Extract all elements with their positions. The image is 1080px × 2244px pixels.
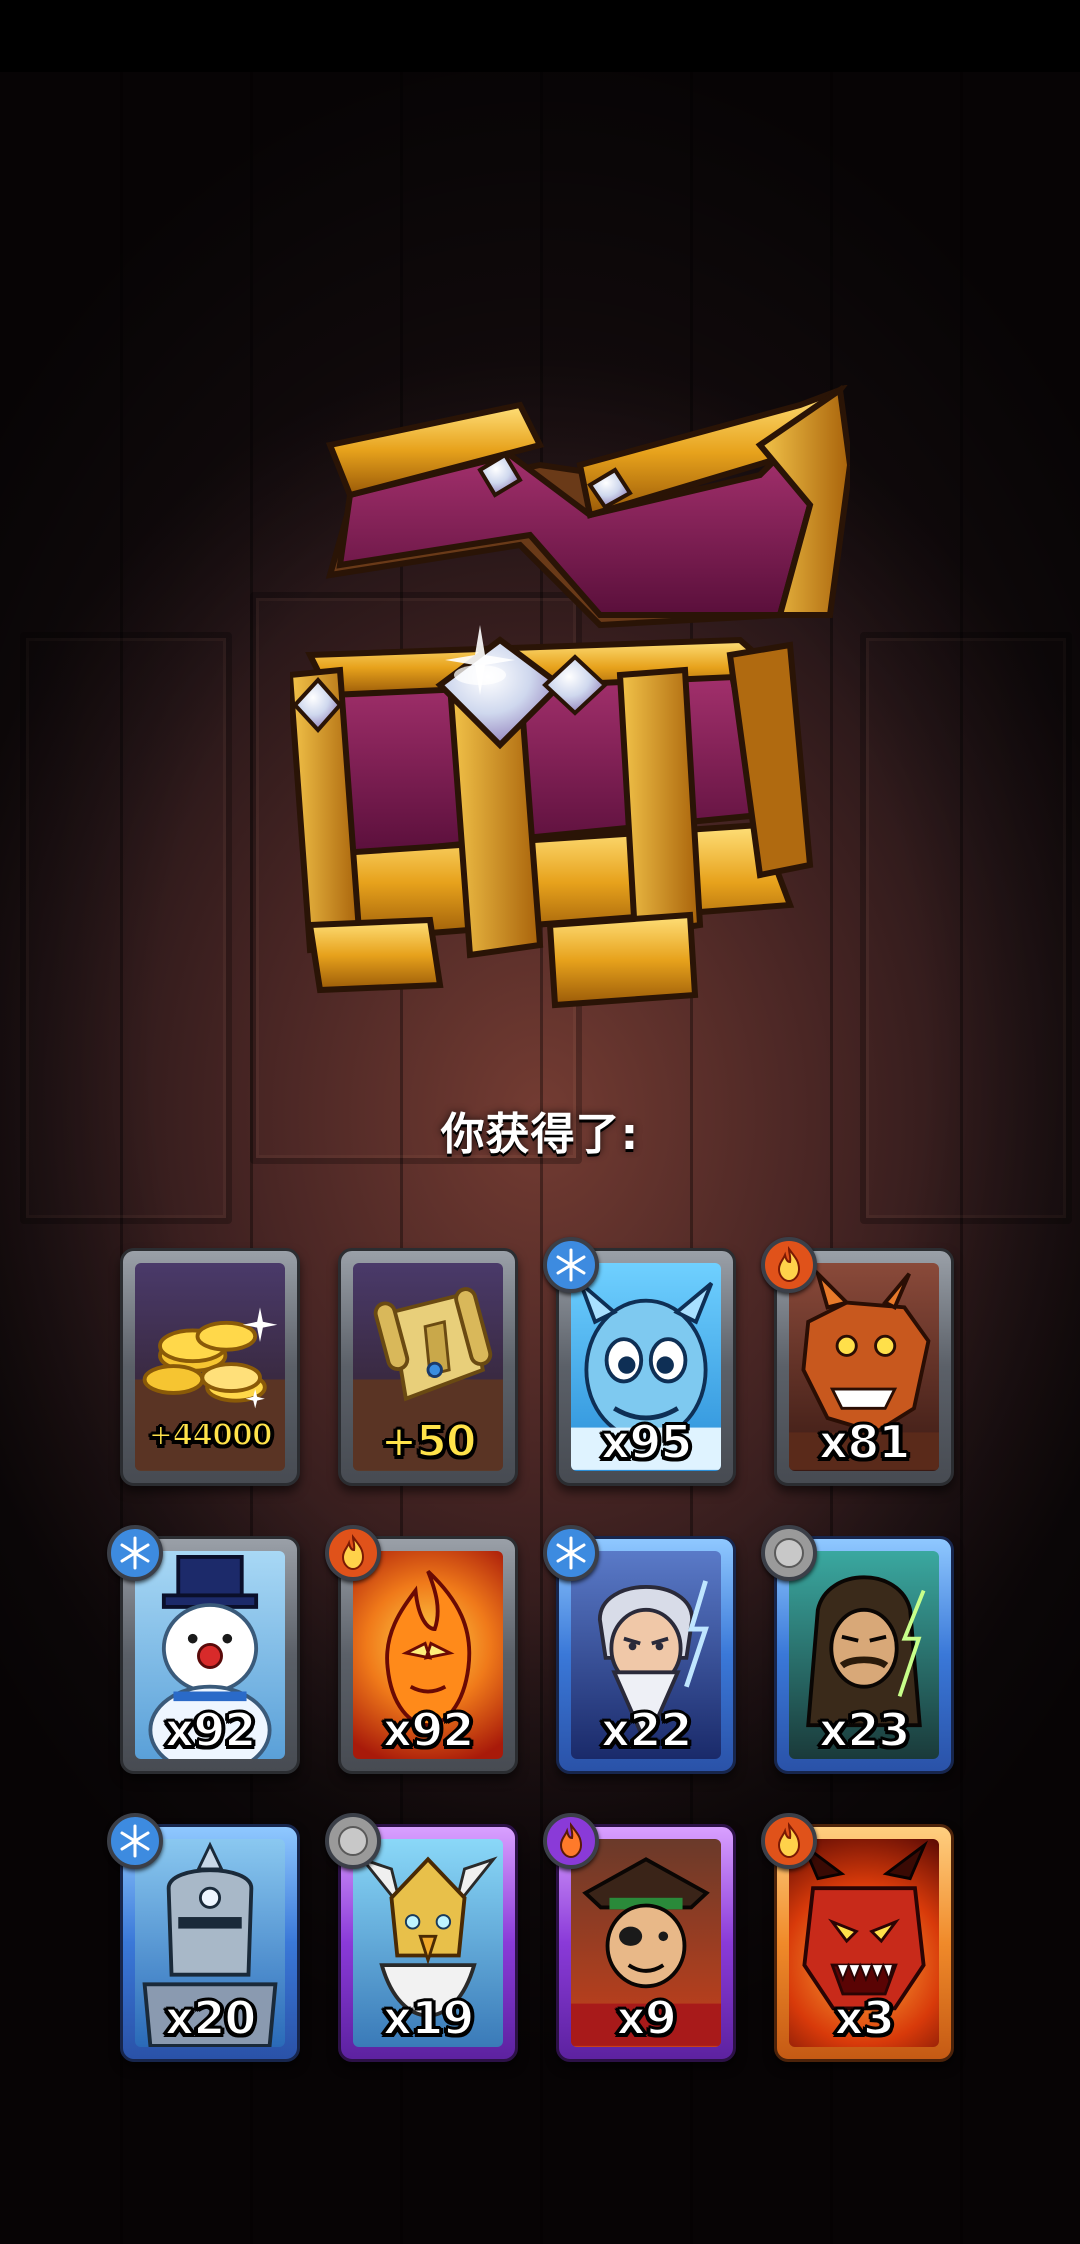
reward-card-hooded-rogue[interactable]: x23	[761, 1525, 954, 1774]
reward-count: x22	[600, 1703, 694, 1757]
reward-card-fire-elemental[interactable]: x92	[325, 1525, 518, 1774]
reward-card-ice-knight[interactable]: x20	[107, 1813, 300, 2062]
ice-element-badge	[107, 1525, 163, 1581]
treasure-chest-icon	[286, 383, 854, 1009]
reward-count: x92	[382, 1703, 476, 1757]
snowflake-icon	[120, 1824, 150, 1858]
fire-element-badge	[325, 1525, 381, 1581]
flame-icon	[777, 1245, 801, 1283]
reward-count: +44000	[147, 1417, 274, 1454]
reward-card-fire-dragon[interactable]: x81	[761, 1237, 954, 1486]
fire-element-badge	[543, 1813, 599, 1869]
snowflake-icon	[556, 1248, 586, 1282]
neutral-orb-icon	[338, 1826, 368, 1856]
neutral-element-badge	[325, 1813, 381, 1869]
reward-count: x95	[600, 1415, 694, 1469]
flame-icon	[559, 1821, 583, 1859]
ice-element-badge	[543, 1525, 599, 1581]
reward-card-eagle-warrior[interactable]: x19	[325, 1813, 518, 2062]
neutral-element-badge	[761, 1525, 817, 1581]
reward-card-storm-wizard[interactable]: x22	[543, 1525, 736, 1774]
reward-count: x81	[818, 1415, 912, 1469]
ice-element-badge	[543, 1237, 599, 1293]
reward-count: x3	[833, 1991, 896, 2045]
snowflake-icon	[120, 1536, 150, 1570]
status-bar	[0, 0, 1080, 72]
fire-element-badge	[761, 1237, 817, 1293]
neutral-orb-icon	[774, 1538, 804, 1568]
reward-count: x20	[164, 1991, 258, 2045]
fire-element-badge	[761, 1813, 817, 1869]
reward-card-demon-beast[interactable]: x3	[761, 1813, 954, 2062]
reward-count: x19	[382, 1991, 476, 2045]
reward-card-snowman[interactable]: x92	[107, 1525, 300, 1774]
reward-count: x9	[615, 1991, 678, 2045]
treasure-chest[interactable]	[286, 383, 854, 1045]
snowflake-icon	[556, 1536, 586, 1570]
reward-count: +50	[379, 1416, 477, 1468]
reward-card-scroll[interactable]: +50	[338, 1248, 518, 1486]
reward-count: x23	[818, 1703, 912, 1757]
reward-card-ice-dragon[interactable]: x95	[543, 1237, 736, 1486]
reward-card-pirate[interactable]: x9	[543, 1813, 736, 2062]
reward-heading: 你获得了:	[440, 1109, 640, 1160]
ice-element-badge	[107, 1813, 163, 1869]
flame-icon	[777, 1821, 801, 1859]
reward-count: x92	[164, 1703, 258, 1757]
flame-icon	[341, 1533, 365, 1571]
reward-card-coins[interactable]: +44000	[120, 1248, 300, 1486]
game-screen: 你获得了: +44000 +50 x95 x81 x92 x92 x22 x23…	[0, 0, 1080, 2244]
